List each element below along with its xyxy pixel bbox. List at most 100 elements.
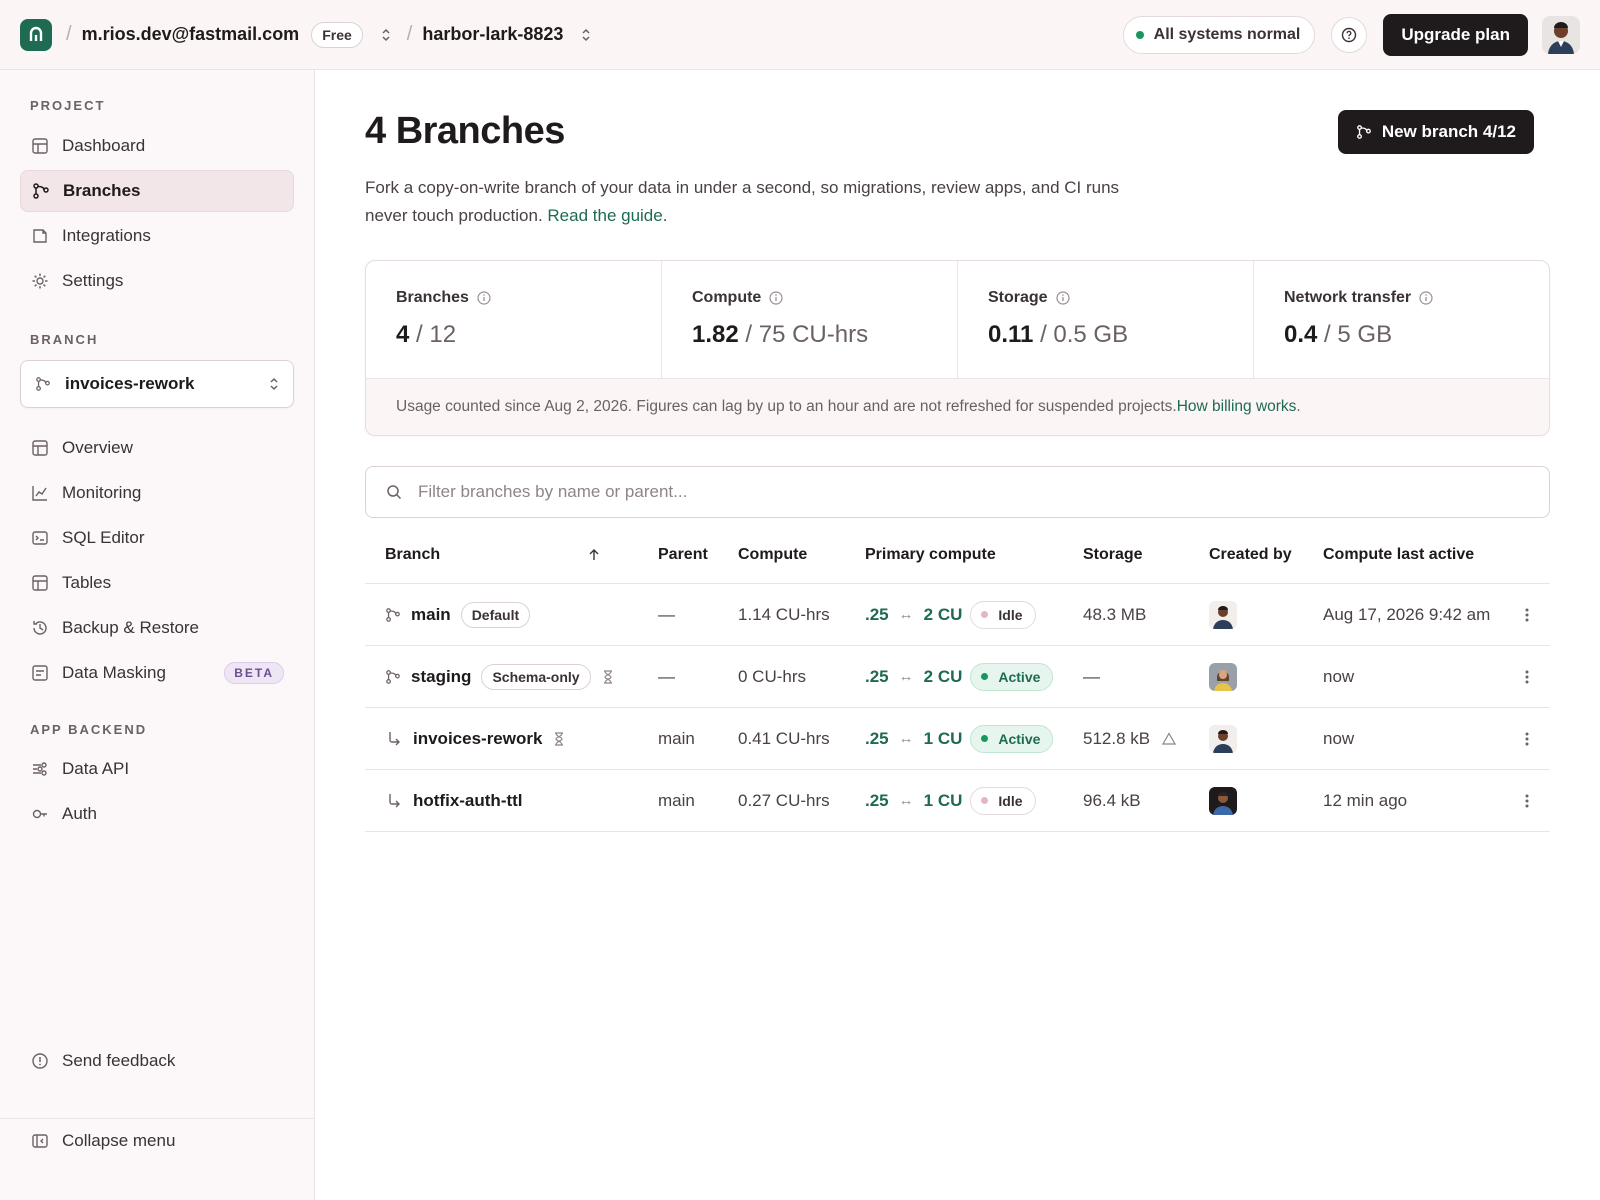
read-guide-link[interactable]: Read the guide (547, 206, 662, 225)
collapse-menu-label: Collapse menu (62, 1131, 176, 1150)
last-active-cell: Aug 17, 2026 9:42 am (1323, 604, 1491, 624)
sidebar-item-branches[interactable]: Branches (20, 170, 294, 212)
usage-limit: / 0.5 GB (1040, 321, 1129, 348)
user-avatar[interactable] (1542, 15, 1580, 54)
last-active-cell: 12 min ago (1323, 790, 1408, 810)
current-branch-name: invoices-rework (65, 374, 195, 393)
row-menu-icon[interactable] (1525, 646, 1529, 707)
branch-name[interactable]: staging (411, 667, 471, 687)
branch-filter[interactable] (365, 466, 1550, 518)
account-breadcrumb[interactable]: m.rios.dev@fastmail.com (82, 24, 300, 45)
chart-icon (30, 483, 50, 503)
status-badge: Idle (970, 600, 1036, 629)
table-icon (30, 573, 50, 593)
new-branch-button[interactable]: New branch 4/12 (1337, 110, 1534, 154)
row-menu-icon[interactable] (1525, 708, 1529, 769)
usage-storage: Storage 0.11 / 0.5 GB (958, 261, 1254, 378)
column-header-storage[interactable]: Storage (1083, 546, 1143, 564)
column-header-primary-compute[interactable]: Primary compute (865, 546, 996, 564)
sidebar-divider (0, 1118, 315, 1119)
search-icon (386, 484, 402, 500)
schema-only-tag: Schema-only (481, 663, 591, 690)
branch-name[interactable]: hotfix-auth-ttl (413, 791, 523, 811)
system-status[interactable]: All systems normal (1122, 15, 1316, 54)
max-cu: 2 CU (923, 666, 963, 686)
breadcrumb-separator: / (66, 23, 72, 45)
min-cu: .25 (865, 790, 889, 810)
usage-note-text: Usage counted since Aug 2, 2026. Figures… (396, 398, 1177, 415)
breadcrumb-separator: / (406, 23, 413, 45)
upgrade-plan-button[interactable]: Upgrade plan (1383, 13, 1528, 56)
collapse-menu-button[interactable]: Collapse menu (20, 1120, 294, 1162)
usage-limit: / 75 CU-hrs (745, 321, 869, 348)
usage-label: Branches (396, 289, 469, 306)
branch-name[interactable]: invoices-rework (413, 729, 542, 749)
integrations-icon (30, 226, 50, 246)
parent-cell[interactable]: main (658, 708, 695, 769)
sidebar-item-label: SQL Editor (62, 528, 145, 547)
column-header-branch[interactable]: Branch (385, 546, 440, 564)
sidebar-item-sql-editor[interactable]: SQL Editor (20, 517, 294, 559)
sidebar-item-label: Integrations (62, 226, 151, 245)
creator-avatar (1209, 770, 1237, 831)
sidebar-item-label: Monitoring (62, 483, 142, 502)
sort-asc-icon[interactable] (588, 548, 600, 562)
creator-avatar (1209, 584, 1237, 645)
sidebar-item-settings[interactable]: Settings (20, 260, 294, 302)
branch-icon (35, 375, 53, 393)
sidebar-item-data-api[interactable]: Data API (20, 748, 294, 790)
info-icon[interactable] (769, 291, 783, 305)
account-switcher-icon[interactable] (381, 27, 393, 43)
sidebar-item-label: Data API (62, 759, 130, 778)
table-row[interactable]: hotfix-auth-ttl main 0.27 CU-hrs .25 ↔ 1… (365, 770, 1550, 832)
sidebar-item-data-masking[interactable]: Data Masking BETA (20, 652, 294, 694)
sidebar: PROJECT Dashboard Branches Integrations … (0, 70, 315, 1200)
app-logo[interactable] (20, 18, 52, 51)
parent-cell[interactable]: main (658, 770, 695, 831)
table-row[interactable]: main Default — 1.14 CU-hrs .25 ↔ 2 CU Id… (365, 584, 1550, 646)
table-row[interactable]: staging Schema-only — 0 CU-hrs .25 ↔ 2 C… (365, 646, 1550, 708)
sidebar-item-overview[interactable]: Overview (20, 427, 294, 469)
info-icon[interactable] (1055, 291, 1070, 305)
info-icon[interactable] (477, 291, 491, 305)
child-branch-icon (387, 731, 401, 747)
min-cu: .25 (865, 728, 889, 748)
warning-icon[interactable] (1162, 732, 1177, 745)
sidebar-item-tables[interactable]: Tables (20, 562, 294, 604)
sidebar-item-label: Dashboard (62, 136, 146, 155)
search-input[interactable] (418, 482, 1318, 502)
help-icon (1342, 27, 1357, 42)
description-text: Fork a copy-on-write branch of your data… (365, 178, 1120, 225)
sidebar-item-monitoring[interactable]: Monitoring (20, 472, 294, 514)
billing-link[interactable]: How billing works (1177, 398, 1297, 416)
row-menu-icon[interactable] (1525, 770, 1529, 831)
sidebar-item-auth[interactable]: Auth (20, 793, 294, 835)
project-switcher-icon[interactable] (581, 27, 593, 43)
send-feedback-button[interactable]: Send feedback (20, 1040, 294, 1082)
help-button[interactable] (1331, 16, 1368, 53)
parent-cell: — (658, 604, 675, 624)
column-header-last-active[interactable]: Compute last active (1323, 546, 1474, 564)
feedback-icon (30, 1051, 50, 1071)
sidebar-item-dashboard[interactable]: Dashboard (20, 125, 294, 167)
sidebar-item-integrations[interactable]: Integrations (20, 215, 294, 257)
primary-compute-cell: .25 ↔ 2 CU Active (865, 646, 1054, 707)
branch-name[interactable]: main (411, 605, 451, 625)
usage-note: Usage counted since Aug 2, 2026. Figures… (366, 379, 1549, 435)
sidebar-item-backup-restore[interactable]: Backup & Restore (20, 607, 294, 649)
column-header-created-by[interactable]: Created by (1209, 546, 1292, 564)
project-breadcrumb[interactable]: harbor-lark-8823 (422, 24, 563, 45)
last-active-cell: now (1323, 666, 1355, 686)
mask-icon (30, 663, 50, 683)
column-header-parent[interactable]: Parent (658, 546, 708, 564)
column-header-compute[interactable]: Compute (738, 546, 807, 564)
status-badge: Active (970, 662, 1054, 691)
branch-section-label: BRANCH (30, 332, 99, 347)
info-icon[interactable] (1419, 291, 1433, 305)
sidebar-item-label: Branches (63, 181, 141, 200)
usage-label: Network transfer (1284, 289, 1412, 306)
table-row[interactable]: invoices-rework main 0.41 CU-hrs .25 ↔ 1… (365, 708, 1550, 770)
branch-selector[interactable]: invoices-rework (20, 360, 294, 408)
row-menu-icon[interactable] (1525, 584, 1529, 645)
usage-used: 4 (396, 321, 410, 348)
